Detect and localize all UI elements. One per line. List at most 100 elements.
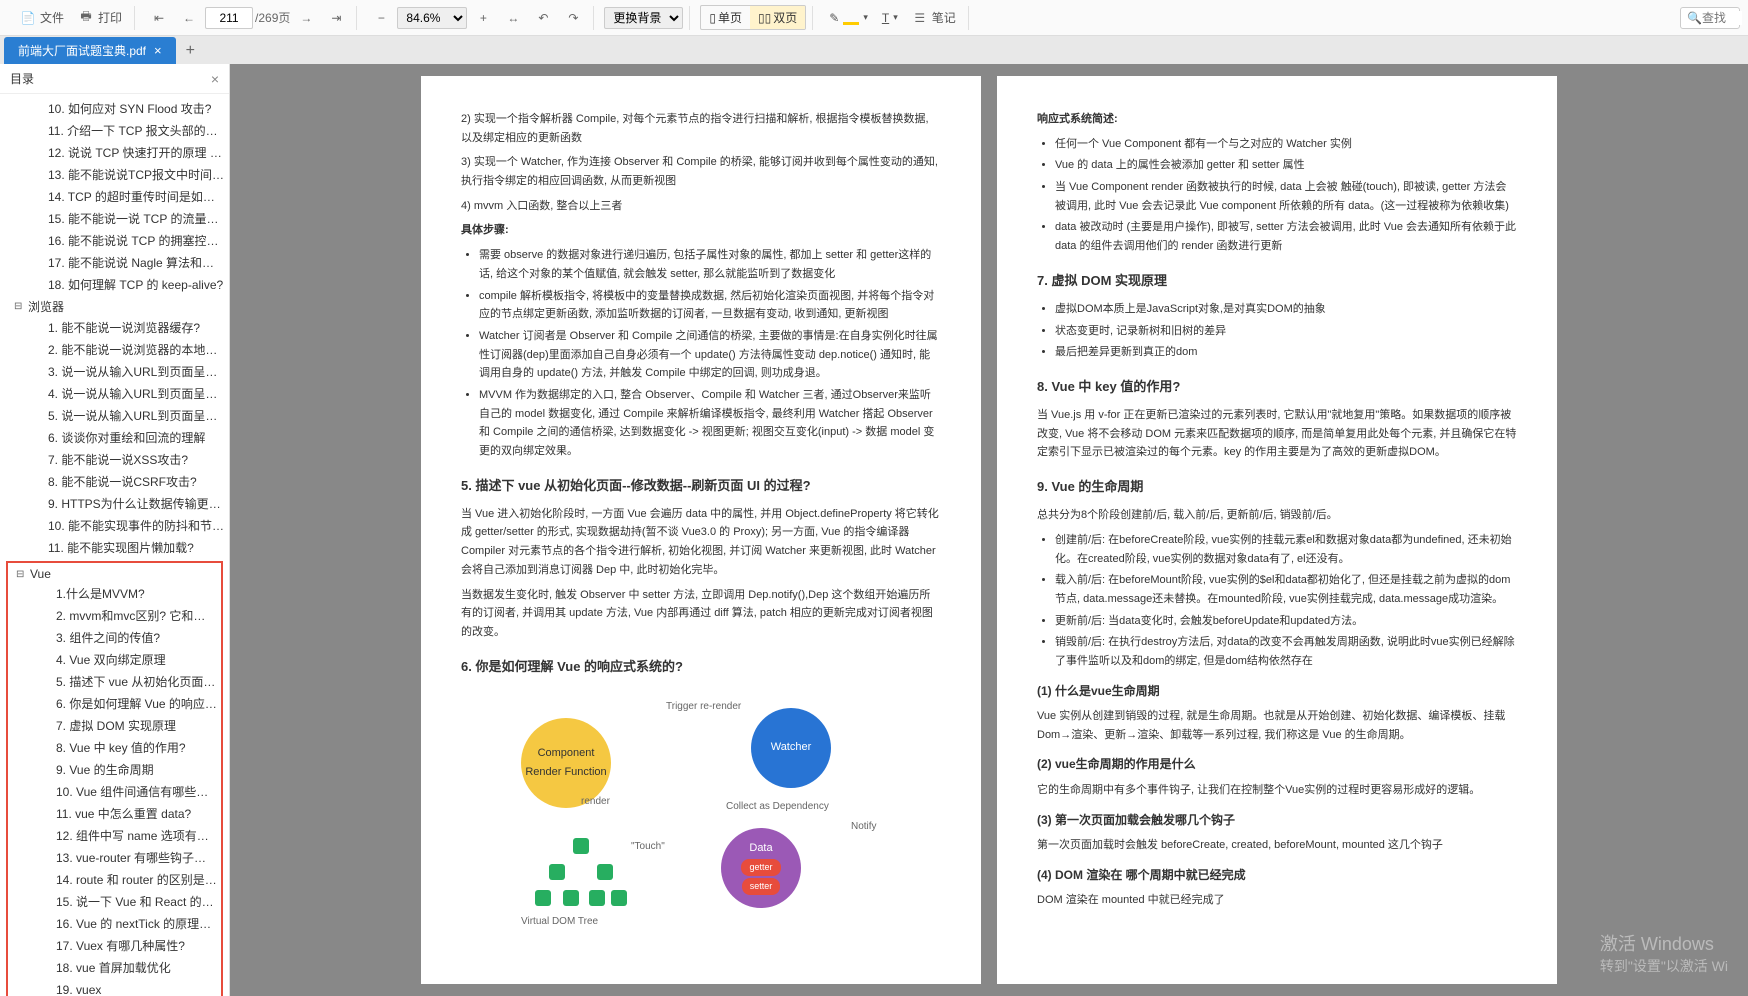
rotate-left-icon: ↶ xyxy=(535,10,551,26)
fit-width-icon: ↔ xyxy=(505,10,521,26)
outline-item[interactable]: 12. 说说 TCP 快速打开的原理 (TFO) xyxy=(0,142,229,164)
zoom-out-icon: − xyxy=(373,10,389,26)
tab-title: 前端大厂面试题宝典.pdf xyxy=(18,42,146,59)
next-page-button[interactable]: → xyxy=(292,7,320,29)
outline-item[interactable]: 15. 能不能说一说 TCP 的流量控制? xyxy=(0,208,229,230)
sidebar-close-button[interactable]: × xyxy=(211,71,219,87)
outline-item[interactable]: 4. Vue 双向绑定原理 xyxy=(8,649,221,671)
outline-item[interactable]: 18. 如何理解 TCP 的 keep-alive? xyxy=(0,274,229,296)
outline-item[interactable]: 14. TCP 的超时重传时间是如何计算的 xyxy=(0,186,229,208)
outline-item[interactable]: 8. 能不能说一说CSRF攻击? xyxy=(0,471,229,493)
last-page-button[interactable]: ⇥ xyxy=(322,7,350,29)
outline-item[interactable]: 11. 能不能实现图片懒加载? xyxy=(0,537,229,559)
print-icon: 🖶 xyxy=(78,10,94,26)
outline-item[interactable]: 18. vue 首屏加载优化 xyxy=(8,957,221,979)
outline-item[interactable]: 17. Vuex 有哪几种属性? xyxy=(8,935,221,957)
notes-button[interactable]: ☰笔记 xyxy=(906,6,962,29)
fit-width-button[interactable]: ↔ xyxy=(499,7,527,29)
outline-item[interactable]: 2. 能不能说一说浏览器的本地存储? 各 xyxy=(0,339,229,361)
zoom-select[interactable]: 84.6% xyxy=(397,7,467,29)
rotate-right-button[interactable]: ↷ xyxy=(559,7,587,29)
document-tab[interactable]: 前端大厂面试题宝典.pdf × xyxy=(4,37,176,64)
zoom-in-button[interactable]: + xyxy=(469,7,497,29)
outline-item[interactable]: 9. Vue 的生命周期 xyxy=(8,759,221,781)
outline-item[interactable]: 10. 如何应对 SYN Flood 攻击? xyxy=(0,98,229,120)
pdf-page-right: 响应式系统简述: 任何一个 Vue Component 都有一个与之对应的 Wa… xyxy=(997,76,1557,984)
outline-item[interactable]: 4. 说一说从输入URL到页面呈现发生了 xyxy=(0,383,229,405)
print-button[interactable]: 🖶打印 xyxy=(72,6,128,29)
outline-sidebar: 目录 × 10. 如何应对 SYN Flood 攻击?11. 介绍一下 TCP … xyxy=(0,64,230,996)
outline-item[interactable]: 19. vuex xyxy=(8,979,221,996)
search-icon: 🔍 xyxy=(1687,10,1702,26)
document-tabbar: 前端大厂面试题宝典.pdf × + xyxy=(0,36,1748,64)
outline-highlight: ⊟Vue 1.什么是MVVM?2. mvvm和mvc区别? 它和其它框架 (3.… xyxy=(6,561,223,996)
tab-close-button[interactable]: × xyxy=(154,43,162,58)
single-page-icon: ▯ xyxy=(709,11,716,25)
highlight-tool[interactable]: ✎▾ xyxy=(823,7,874,28)
outline-item[interactable]: 16. 能不能说说 TCP 的拥塞控制? xyxy=(0,230,229,252)
page-total-label: /269页 xyxy=(255,9,290,26)
outline-section-vue[interactable]: ⊟Vue xyxy=(8,565,221,583)
outline-item[interactable]: 15. 说一下 Vue 和 React 的认识, 做 xyxy=(8,891,221,913)
outline-item[interactable]: 11. vue 中怎么重置 data? xyxy=(8,803,221,825)
collapse-icon: ⊟ xyxy=(16,569,26,580)
outline-item[interactable]: 13. vue-router 有哪些钩子函数? xyxy=(8,847,221,869)
outline-item[interactable]: 2. mvvm和mvc区别? 它和其它框架 ( xyxy=(8,605,221,627)
outline-item[interactable]: 5. 描述下 vue 从初始化页面--修改数据 xyxy=(8,671,221,693)
first-page-button[interactable]: ⇤ xyxy=(145,7,173,29)
outline-item[interactable]: 13. 能不能说说TCP报文中时间戳的作用 xyxy=(0,164,229,186)
text-icon: T xyxy=(882,11,889,25)
page-number-input[interactable] xyxy=(205,7,253,29)
outline-item[interactable]: 12. 组件中写 name 选项有什么作用? xyxy=(8,825,221,847)
prev-page-button[interactable]: ← xyxy=(175,7,203,29)
text-tool[interactable]: T▾ xyxy=(876,8,904,28)
zoom-in-icon: + xyxy=(475,10,491,26)
background-select[interactable]: 更换背景 xyxy=(604,7,683,29)
last-icon: ⇥ xyxy=(328,10,344,26)
file-menu[interactable]: 📄文件 xyxy=(14,6,70,29)
outline-item[interactable]: 7. 能不能说一说XSS攻击? xyxy=(0,449,229,471)
outline-item[interactable]: 7. 虚拟 DOM 实现原理 xyxy=(8,715,221,737)
single-page-button[interactable]: ▯单页 xyxy=(701,6,750,29)
outline-item[interactable]: 10. 能不能实现事件的防抖和节流? xyxy=(0,515,229,537)
outline-item[interactable]: 11. 介绍一下 TCP 报文头部的字段 xyxy=(0,120,229,142)
outline-tree: 10. 如何应对 SYN Flood 攻击?11. 介绍一下 TCP 报文头部的… xyxy=(0,94,229,996)
outline-item[interactable]: 6. 谈谈你对重绘和回流的理解 xyxy=(0,427,229,449)
outline-item[interactable]: 1. 能不能说一说浏览器缓存? xyxy=(0,317,229,339)
collapse-icon: ⊟ xyxy=(14,301,24,312)
file-icon: 📄 xyxy=(20,10,36,26)
outline-item[interactable]: 14. route 和 router 的区别是什么? xyxy=(8,869,221,891)
outline-item[interactable]: 1.什么是MVVM? xyxy=(8,583,221,605)
main-toolbar: 📄文件 🖶打印 ⇤ ← /269页 → ⇥ − 84.6% + ↔ ↶ ↷ 更换… xyxy=(0,0,1748,36)
diagram-vdom-tree xyxy=(531,838,631,908)
zoom-out-button[interactable]: − xyxy=(367,7,395,29)
notes-icon: ☰ xyxy=(912,10,928,26)
double-page-button[interactable]: ▯▯双页 xyxy=(750,6,805,29)
outline-item[interactable]: 3. 说一说从输入URL到页面呈现发生了 xyxy=(0,361,229,383)
search-box[interactable]: 🔍 xyxy=(1680,7,1740,29)
outline-section-browser[interactable]: ⊟浏览器 xyxy=(0,296,229,317)
prev-icon: ← xyxy=(181,10,197,26)
diagram-watcher-node: Watcher xyxy=(751,708,831,788)
outline-item[interactable]: 16. Vue 的 nextTick 的原理是什么? xyxy=(8,913,221,935)
outline-item[interactable]: 8. Vue 中 key 值的作用? xyxy=(8,737,221,759)
next-icon: → xyxy=(298,10,314,26)
pdf-page-left: 2) 实现一个指令解析器 Compile, 对每个元素节点的指令进行扫描和解析,… xyxy=(421,76,981,984)
outline-item[interactable]: 10. Vue 组件间通信有哪些方式? xyxy=(8,781,221,803)
reactive-diagram: Trigger re-render Component Render Funct… xyxy=(491,698,911,938)
diagram-data-node: Data getter setter xyxy=(721,828,801,908)
double-page-icon: ▯▯ xyxy=(758,11,771,25)
outline-item[interactable]: 5. 说一说从输入URL到页面呈现发生了 xyxy=(0,405,229,427)
outline-item[interactable]: 3. 组件之间的传值? xyxy=(8,627,221,649)
outline-item[interactable]: 17. 能不能说说 Nagle 算法和延迟确认 xyxy=(0,252,229,274)
rotate-right-icon: ↷ xyxy=(565,10,581,26)
outline-item[interactable]: 9. HTTPS为什么让数据传输更安全? xyxy=(0,493,229,515)
page-viewport[interactable]: 2) 实现一个指令解析器 Compile, 对每个元素节点的指令进行扫描和解析,… xyxy=(230,64,1748,996)
page-view-toggle: ▯单页 ▯▯双页 xyxy=(700,5,806,30)
search-input[interactable] xyxy=(1702,11,1742,25)
new-tab-button[interactable]: + xyxy=(176,38,205,64)
rotate-left-button[interactable]: ↶ xyxy=(529,7,557,29)
first-icon: ⇤ xyxy=(151,10,167,26)
outline-item[interactable]: 6. 你是如何理解 Vue 的响应式系统的? xyxy=(8,693,221,715)
sidebar-title: 目录 xyxy=(10,70,34,87)
